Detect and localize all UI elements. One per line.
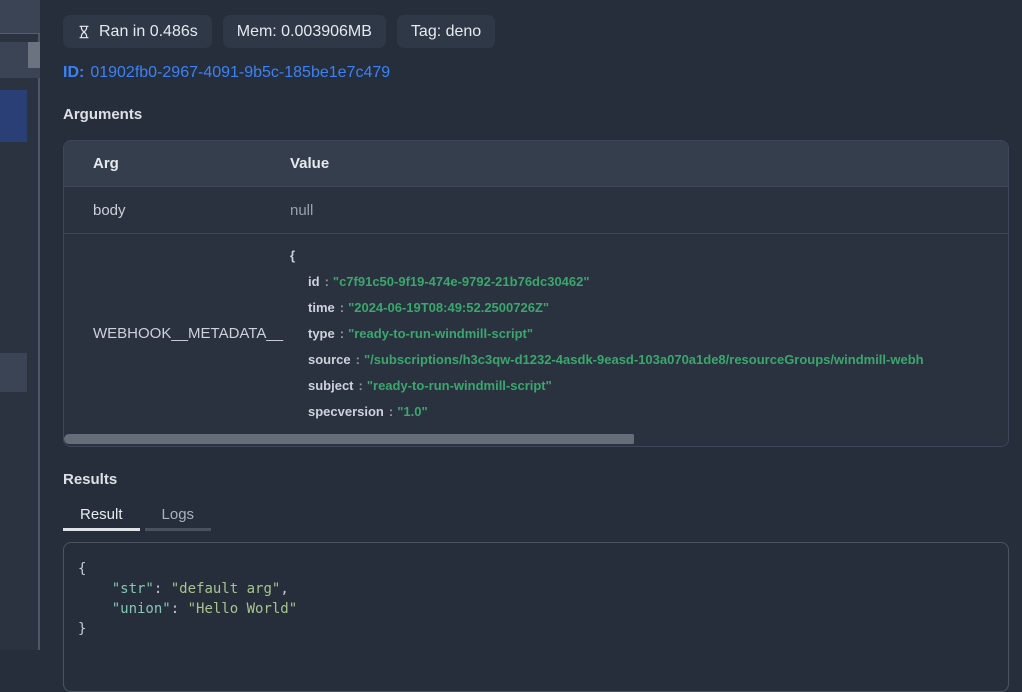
runtime-badge-label: Ran in 0.486s — [99, 24, 198, 40]
table-horizontal-scrollbar[interactable] — [64, 433, 1008, 446]
left-sidebar — [0, 0, 40, 650]
sidebar-node[interactable] — [0, 42, 40, 78]
results-title: Results — [63, 471, 1009, 488]
memory-badge-label: Mem: 0.003906MB — [237, 24, 372, 40]
metadata-entry-id: id:"c7f91c50-9f19-474e-9792-21b76dc30462… — [290, 269, 1008, 295]
arg-value-body: null — [290, 202, 1008, 219]
sidebar-node-handle[interactable] — [28, 42, 40, 68]
metadata-open-brace: { — [290, 243, 1008, 269]
tab-result[interactable]: Result — [63, 501, 140, 531]
job-id-label: ID: — [63, 64, 84, 81]
result-line-union: "union": "Hello World" — [78, 599, 994, 619]
arg-name-body: body — [64, 202, 290, 219]
runtime-badge: Ran in 0.486s — [63, 15, 212, 48]
run-detail-panel: Ran in 0.486s Mem: 0.003906MB Tag: deno … — [42, 0, 1022, 650]
result-close-brace: } — [78, 619, 994, 639]
arg-value-webhook-metadata: { id:"c7f91c50-9f19-474e-9792-21b76dc304… — [290, 234, 1008, 434]
tab-logs[interactable]: Logs — [145, 501, 212, 531]
scrollbar-thumb[interactable] — [64, 434, 634, 444]
arguments-title: Arguments — [63, 106, 1009, 123]
sidebar-bottom-node[interactable] — [0, 353, 27, 392]
metadata-entry-time: time:"2024-06-19T08:49:52.2500726Z" — [290, 295, 1008, 321]
metadata-entry-source: source:"/subscriptions/h3c3qw-d1232-4asd… — [290, 347, 1008, 373]
metadata-entry-specversion: specversion:"1.0" — [290, 399, 1008, 425]
result-line-str: "str": "default arg", — [78, 579, 994, 599]
arg-name-webhook-metadata: WEBHOOK__METADATA__ — [64, 325, 290, 342]
table-row-webhook-metadata: WEBHOOK__METADATA__ { id:"c7f91c50-9f19-… — [64, 234, 1008, 433]
sidebar-selected-node[interactable] — [0, 90, 27, 142]
results-tabs: Result Logs — [63, 501, 1009, 531]
tag-badge: Tag: deno — [397, 15, 495, 48]
hourglass-icon — [77, 24, 91, 40]
run-stats-badges: Ran in 0.486s Mem: 0.003906MB Tag: deno — [63, 15, 1009, 48]
metadata-entry-type: type:"ready-to-run-windmill-script" — [290, 321, 1008, 347]
metadata-entry-subject: subject:"ready-to-run-windmill-script" — [290, 373, 1008, 399]
arguments-table-header: Arg Value — [64, 141, 1008, 187]
job-id-link[interactable]: 01902fb0-2967-4091-9b5c-185be1e7c479 — [90, 64, 390, 81]
column-header-value: Value — [290, 155, 1008, 172]
column-header-arg: Arg — [64, 155, 290, 172]
arguments-table: Arg Value body null WEBHOOK__METADATA__ … — [63, 140, 1009, 447]
sidebar-top-node[interactable] — [0, 0, 40, 34]
memory-badge: Mem: 0.003906MB — [223, 15, 386, 48]
result-open-brace: { — [78, 559, 994, 579]
metadata-object-viewer: { id:"c7f91c50-9f19-474e-9792-21b76dc304… — [290, 234, 1008, 434]
tag-badge-label: Tag: deno — [411, 24, 481, 40]
table-row-body: body null — [64, 187, 1008, 234]
result-json-viewer: { "str": "default arg", "union": "Hello … — [63, 542, 1009, 692]
job-id-line: ID: 01902fb0-2967-4091-9b5c-185be1e7c479 — [63, 64, 1009, 82]
